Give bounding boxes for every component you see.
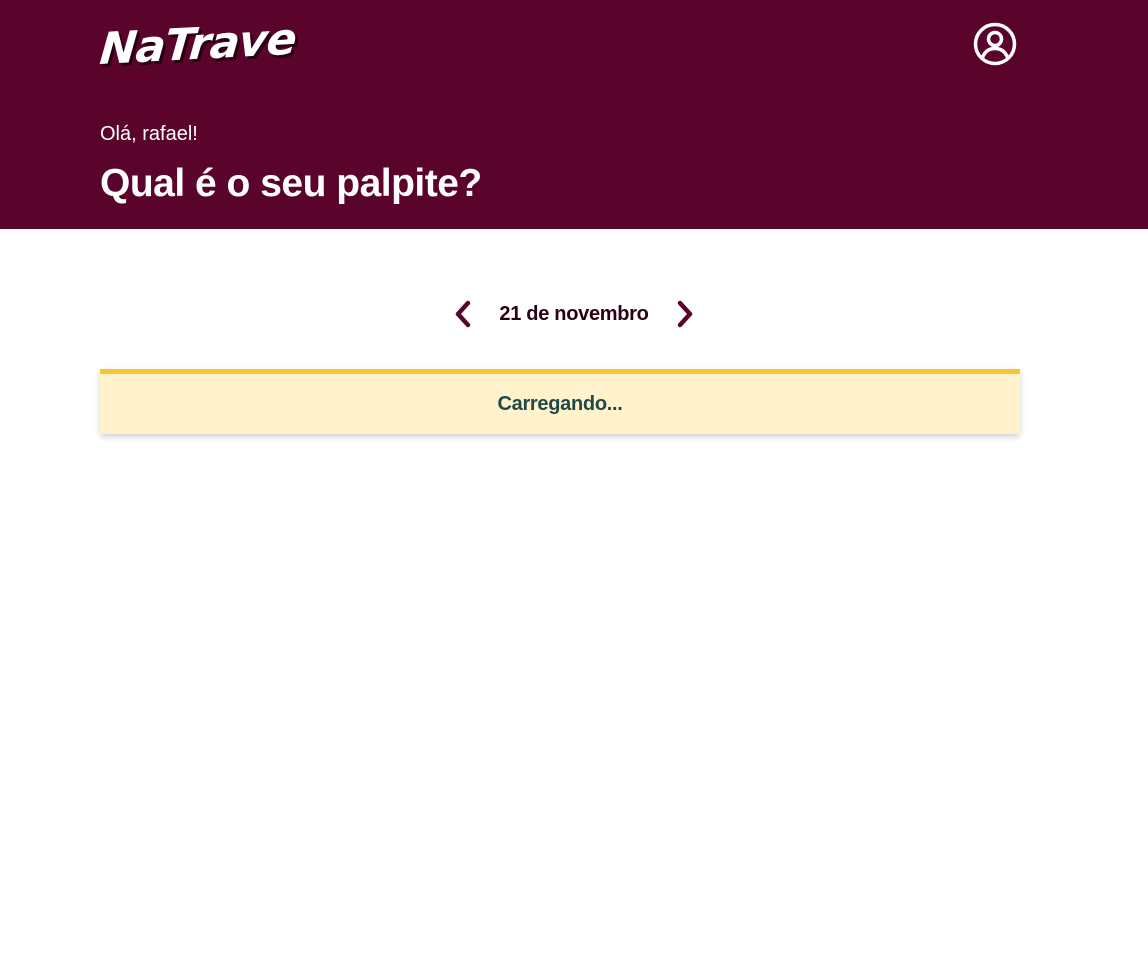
greeting: Olá, rafael!	[100, 123, 198, 145]
loading-text: Carregando...	[497, 392, 623, 415]
user-circle-icon	[973, 22, 1017, 66]
previous-day-button[interactable]	[447, 294, 479, 334]
chevron-left-icon	[456, 300, 471, 328]
profile-button[interactable]	[972, 21, 1018, 67]
header-content: NaTrave Olá, rafael! Qual é o seu palpit…	[98, 0, 1020, 229]
date-label: 21 de novembro	[499, 302, 649, 325]
date-navigation: 21 de novembro	[0, 294, 1148, 334]
logo: NaTrave	[98, 14, 300, 78]
header: NaTrave Olá, rafael! Qual é o seu palpit…	[0, 0, 1148, 229]
page-title: Qual é o seu palpite?	[100, 162, 482, 205]
loading-status-box: Carregando...	[100, 369, 1020, 434]
next-day-button[interactable]	[669, 294, 701, 334]
logo-text: NaTrave	[97, 13, 299, 75]
chevron-right-icon	[677, 300, 692, 328]
